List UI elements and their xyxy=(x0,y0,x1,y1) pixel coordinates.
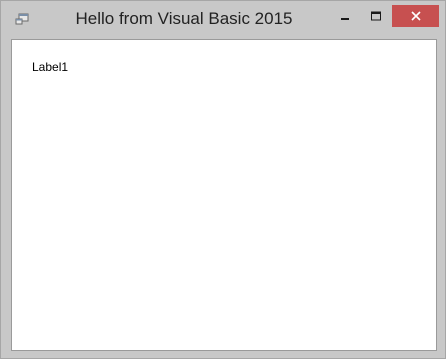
minimize-icon xyxy=(341,18,349,20)
close-button[interactable] xyxy=(392,5,439,27)
title-bar[interactable]: Hello from Visual Basic 2015 xyxy=(1,1,445,39)
form-client-area: Label1 xyxy=(11,39,437,351)
close-icon xyxy=(410,11,421,21)
label1: Label1 xyxy=(32,60,69,74)
maximize-icon xyxy=(371,11,381,21)
app-window: Hello from Visual Basic 2015 Label1 xyxy=(0,0,446,359)
maximize-button[interactable] xyxy=(363,5,389,27)
window-title: Hello from Visual Basic 2015 xyxy=(75,9,293,28)
minimize-button[interactable] xyxy=(332,5,358,27)
